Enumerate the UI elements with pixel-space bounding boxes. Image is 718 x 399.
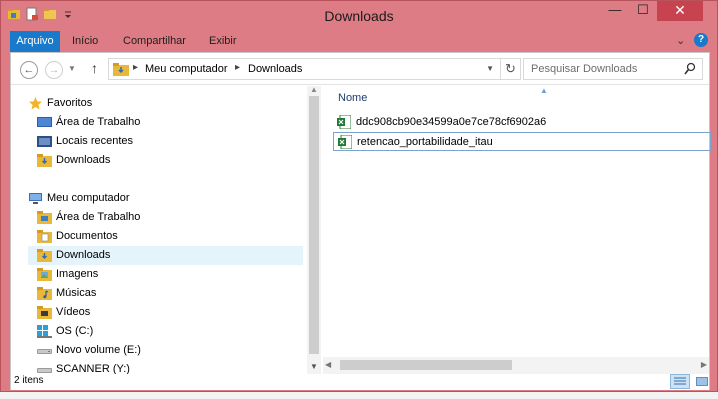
explorer-content: ← → ▼ ↑ ▸ Meu computador ▸ Downloads ▼ ↻… xyxy=(10,52,711,390)
file-row-selected[interactable]: retencao_portabilidade_itau xyxy=(333,132,711,151)
address-history-chevron-icon[interactable]: ▼ xyxy=(486,64,494,73)
search-placeholder: Pesquisar Downloads xyxy=(531,63,638,75)
breadcrumb-meu-computador[interactable]: Meu computador xyxy=(145,63,228,75)
column-header-nome[interactable]: Nome xyxy=(338,92,367,104)
minimize-button[interactable]: — xyxy=(601,1,629,21)
navigation-pane: Favoritos Área de Trabalho Locais recent… xyxy=(11,86,307,374)
nav-item-scanner-y[interactable]: SCANNER (Y:) xyxy=(37,360,297,374)
tab-arquivo[interactable]: Arquivo xyxy=(10,31,60,52)
status-bar: 2 itens xyxy=(11,374,709,390)
nav-item-downloads-favorito[interactable]: Downloads xyxy=(37,151,297,170)
background-window-strip xyxy=(0,392,718,399)
details-view-button[interactable] xyxy=(670,374,690,389)
file-list-horizontal-scrollbar[interactable]: ◀ ▶ xyxy=(323,357,709,374)
excel-file-icon xyxy=(338,134,353,150)
nav-item-favoritos[interactable]: Favoritos xyxy=(28,94,288,113)
star-icon xyxy=(28,97,43,110)
documents-folder-icon xyxy=(37,230,52,243)
downloads-folder-icon xyxy=(37,249,52,262)
nav-item-area-de-trabalho-computador[interactable]: Área de Trabalho xyxy=(37,208,297,227)
tab-inicio[interactable]: Início xyxy=(72,31,98,52)
back-button[interactable]: ← xyxy=(20,61,38,79)
scroll-right-arrow-icon[interactable]: ▶ xyxy=(701,360,707,369)
nav-item-imagens[interactable]: Imagens xyxy=(37,265,297,284)
nav-item-meu-computador[interactable]: Meu computador xyxy=(28,189,288,208)
drive-icon xyxy=(37,344,52,357)
nav-item-locais-recentes[interactable]: Locais recentes xyxy=(37,132,297,151)
ribbon-tabs: Arquivo Início Compartilhar Exibir ⌄ ? xyxy=(10,31,710,52)
help-icon[interactable]: ? xyxy=(694,33,708,47)
nav-item-musicas[interactable]: Músicas xyxy=(37,284,297,303)
downloads-folder-icon xyxy=(37,154,52,167)
scrollbar-thumb[interactable] xyxy=(309,96,319,354)
title-bar: Downloads — ☐ ✕ xyxy=(1,1,717,31)
scroll-up-arrow-icon[interactable]: ▲ xyxy=(310,85,318,94)
file-name: retencao_portabilidade_itau xyxy=(357,136,493,148)
nav-item-area-de-trabalho[interactable]: Área de Trabalho xyxy=(37,113,297,132)
excel-file-icon xyxy=(337,114,352,130)
windows-drive-icon xyxy=(37,325,52,338)
nav-item-os-c[interactable]: OS (C:) xyxy=(37,322,297,341)
nav-item-downloads[interactable]: Downloads xyxy=(28,246,303,265)
forward-button[interactable]: → xyxy=(45,61,63,79)
breadcrumb-separator-icon[interactable]: ▸ xyxy=(235,62,240,73)
desktop-folder-icon xyxy=(37,211,52,224)
file-name: ddc908cb90e34599a0e7ce78cf6902a6 xyxy=(356,116,547,128)
tab-compartilhar[interactable]: Compartilhar xyxy=(123,31,186,52)
videos-folder-icon xyxy=(37,306,52,319)
downloads-folder-icon xyxy=(113,63,129,76)
scrollbar-thumb[interactable] xyxy=(340,360,512,370)
large-icons-view-button[interactable] xyxy=(692,374,712,389)
scroll-left-arrow-icon[interactable]: ◀ xyxy=(325,360,331,369)
navigation-pane-scrollbar[interactable]: ▲ ▼ xyxy=(307,85,321,374)
details-view-icon xyxy=(674,377,686,385)
item-count: 2 itens xyxy=(14,375,44,386)
recent-places-icon xyxy=(37,135,52,148)
large-icons-view-icon xyxy=(696,377,708,386)
breadcrumb-separator-icon[interactable]: ▸ xyxy=(133,62,138,73)
nav-item-documentos[interactable]: Documentos xyxy=(37,227,297,246)
up-arrow-icon[interactable]: ↑ xyxy=(91,60,98,76)
file-list: ▲ Nome ddc908cb90e34599a0e7ce78cf6902a6 … xyxy=(323,86,711,358)
recent-locations-chevron-icon[interactable]: ▼ xyxy=(68,64,76,73)
tab-exibir[interactable]: Exibir xyxy=(209,31,237,52)
computer-icon xyxy=(28,192,43,205)
desktop-icon xyxy=(37,116,52,129)
pictures-folder-icon xyxy=(37,268,52,281)
search-box[interactable]: Pesquisar Downloads xyxy=(523,58,703,80)
refresh-button[interactable]: ↻ xyxy=(501,58,521,80)
expand-ribbon-chevron-icon[interactable]: ⌄ xyxy=(676,34,685,47)
address-bar[interactable]: ▸ Meu computador ▸ Downloads ▼ xyxy=(108,58,501,80)
breadcrumb-downloads[interactable]: Downloads xyxy=(248,63,302,75)
nav-item-novo-volume-e[interactable]: Novo volume (E:) xyxy=(37,341,297,360)
scroll-down-arrow-icon[interactable]: ▼ xyxy=(310,362,318,371)
search-icon[interactable] xyxy=(684,62,696,76)
close-button[interactable]: ✕ xyxy=(657,1,703,21)
explorer-window: Downloads — ☐ ✕ Arquivo Início Compartil… xyxy=(0,0,718,392)
music-folder-icon xyxy=(37,287,52,300)
nav-item-videos[interactable]: Vídeos xyxy=(37,303,297,322)
file-row[interactable]: ddc908cb90e34599a0e7ce78cf6902a6 xyxy=(333,113,711,132)
sort-ascending-icon: ▲ xyxy=(540,86,548,95)
navigation-bar: ← → ▼ ↑ ▸ Meu computador ▸ Downloads ▼ ↻… xyxy=(11,53,709,85)
drive-icon xyxy=(37,363,52,374)
maximize-button[interactable]: ☐ xyxy=(629,1,657,21)
